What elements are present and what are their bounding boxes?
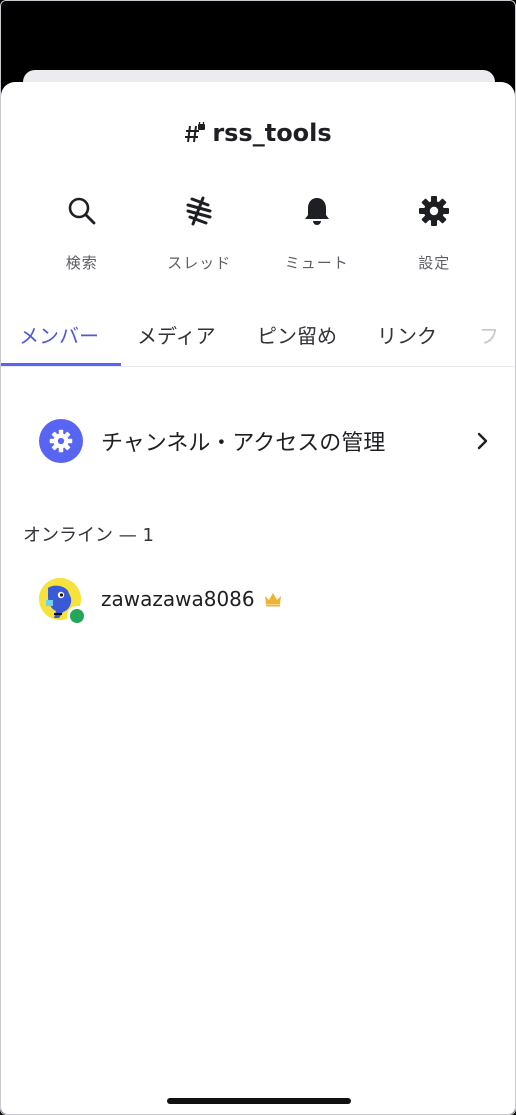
- mute-button[interactable]: ミュート: [272, 194, 362, 273]
- online-status-indicator: [67, 606, 87, 626]
- channel-access-label: チャンネル・アクセスの管理: [101, 431, 386, 456]
- tab-members[interactable]: メンバー: [19, 320, 99, 349]
- member-username: zawazawa8086: [101, 587, 255, 611]
- tab-files[interactable]: フ: [479, 320, 499, 349]
- active-tab-indicator: [1, 363, 121, 366]
- search-button[interactable]: 検索: [37, 194, 127, 273]
- tab-links[interactable]: リンク: [377, 320, 437, 349]
- locked-channel-hash-icon: [184, 120, 206, 144]
- threads-icon: [182, 194, 216, 228]
- online-section-header: オンライン — 1: [23, 525, 154, 546]
- search-icon: [65, 194, 99, 228]
- avatar: [39, 578, 87, 626]
- channel-access-icon: [39, 419, 83, 463]
- channel-info-sheet: rss_tools 検索 スレッド ミュート 設定 メンバー メディア ピン留め…: [1, 82, 515, 1114]
- home-indicator: [167, 1098, 351, 1104]
- channel-name: rss_tools: [212, 119, 332, 147]
- threads-button[interactable]: スレッド: [154, 194, 244, 273]
- action-bar: 検索 スレッド ミュート 設定: [1, 194, 515, 273]
- member-row[interactable]: zawazawa8086: [39, 578, 283, 626]
- crown-icon: [263, 591, 283, 607]
- settings-label: 設定: [418, 254, 451, 272]
- mute-label: ミュート: [284, 254, 349, 272]
- search-label: 検索: [65, 254, 98, 272]
- chevron-right-icon: [475, 432, 489, 450]
- channel-access-row[interactable]: チャンネル・アクセスの管理: [39, 418, 489, 464]
- tab-pins[interactable]: ピン留め: [257, 320, 337, 349]
- gear-icon: [417, 194, 451, 228]
- threads-label: スレッド: [167, 254, 232, 272]
- bell-icon: [300, 194, 334, 228]
- tab-bar: メンバー メディア ピン留め リンク フ: [1, 314, 515, 367]
- app-frame: rss_tools 検索 スレッド ミュート 設定 メンバー メディア ピン留め…: [0, 0, 516, 1115]
- settings-button[interactable]: 設定: [389, 194, 479, 273]
- tab-media[interactable]: メディア: [137, 320, 216, 349]
- channel-title: rss_tools: [1, 119, 515, 147]
